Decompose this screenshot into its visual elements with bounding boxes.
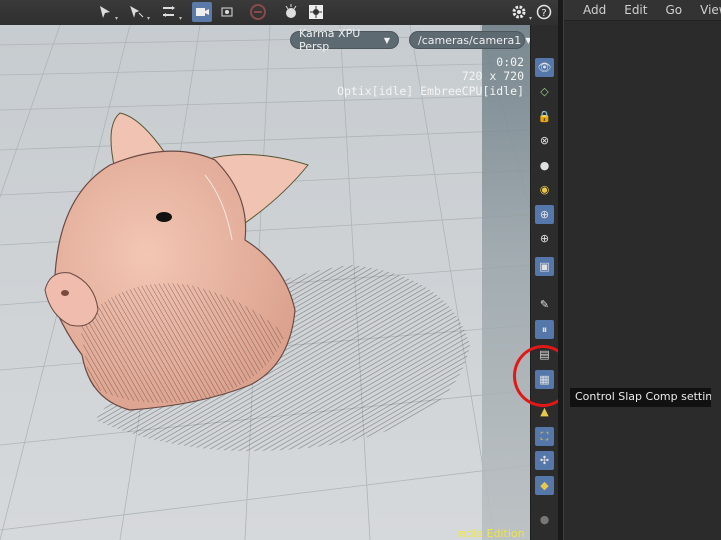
indie-edition-watermark: Indie Edition bbox=[456, 527, 525, 540]
viewport-side-toolbar: 👁 ◇ 🔒 ⊗ ● ◉ ⊕ ⊕ ▣ ✎ ⏸ ▤ ▦ ▲ ⛶ ✣ ◆ ● bbox=[530, 25, 559, 540]
light-bulb-icon[interactable]: ◉ bbox=[535, 180, 554, 199]
viewer-top-toolbar: ▾ ▾ ▾ ▾ ? bbox=[0, 0, 560, 26]
renderer-label: Karma XPU Persp bbox=[299, 27, 361, 53]
transform-tool-icon[interactable]: ▾ bbox=[127, 2, 150, 22]
menu-view[interactable]: View bbox=[700, 3, 721, 17]
hud-devices: Optix[idle] EmbreeCPU[idle] bbox=[337, 84, 524, 98]
hud-resolution: 720 x 720 bbox=[461, 69, 524, 83]
scene-render bbox=[0, 25, 530, 540]
sphere-icon[interactable]: ● bbox=[535, 510, 554, 529]
menu-edit[interactable]: Edit bbox=[624, 3, 647, 17]
gear-icon[interactable]: ▾ bbox=[509, 2, 532, 22]
select-tool-icon[interactable]: ▾ bbox=[95, 2, 118, 22]
menu-add[interactable]: Add bbox=[583, 3, 606, 17]
menu-go[interactable]: Go bbox=[665, 3, 682, 17]
help-icon[interactable]: ? bbox=[534, 2, 554, 22]
network-pane[interactable] bbox=[564, 21, 721, 540]
viewport-edge-shading bbox=[482, 25, 530, 540]
lock-icon[interactable]: 🔒 bbox=[535, 107, 554, 126]
pin-icon[interactable]: ⊕ bbox=[535, 229, 554, 248]
svg-text:?: ? bbox=[541, 8, 546, 19]
snapshot-icon[interactable] bbox=[217, 2, 237, 22]
hud-time: 0:02 bbox=[496, 55, 524, 69]
chevron-down-icon: ▼ bbox=[383, 35, 390, 45]
diamond-icon[interactable]: ◆ bbox=[535, 476, 554, 495]
camera-dropdown[interactable]: /cameras/camera1 ▼ bbox=[409, 31, 531, 49]
camera-frame-icon[interactable]: ⛶ bbox=[535, 427, 554, 446]
network-menu-bar: Add Edit Go View bbox=[564, 0, 721, 21]
shading-sphere-icon[interactable]: ● bbox=[535, 156, 554, 175]
sun-icon[interactable] bbox=[306, 2, 326, 22]
handle-tool-icon[interactable]: ▾ bbox=[159, 2, 182, 22]
pause-icon[interactable]: ⏸ bbox=[535, 320, 554, 339]
render-region-icon[interactable]: ▣ bbox=[535, 257, 554, 276]
camera-view-icon[interactable] bbox=[192, 2, 212, 22]
light-icon[interactable] bbox=[281, 2, 301, 22]
renderer-dropdown[interactable]: Karma XPU Persp ▼ bbox=[290, 27, 399, 53]
pin-add-icon[interactable]: ⊕ bbox=[535, 205, 554, 224]
camera-label: /cameras/camera1 bbox=[418, 33, 522, 47]
pen-icon[interactable]: ✎ bbox=[535, 295, 554, 314]
visibility-icon[interactable]: ◇ bbox=[535, 82, 554, 101]
no-entry-icon[interactable] bbox=[248, 2, 268, 22]
3d-viewport[interactable] bbox=[0, 25, 530, 540]
tooltip: Control Slap Comp settings bbox=[570, 388, 711, 407]
geometry-icon[interactable]: ✣ bbox=[535, 451, 554, 470]
display-options-icon[interactable]: 👁 bbox=[535, 58, 554, 77]
close-icon[interactable]: ⊗ bbox=[535, 131, 554, 150]
